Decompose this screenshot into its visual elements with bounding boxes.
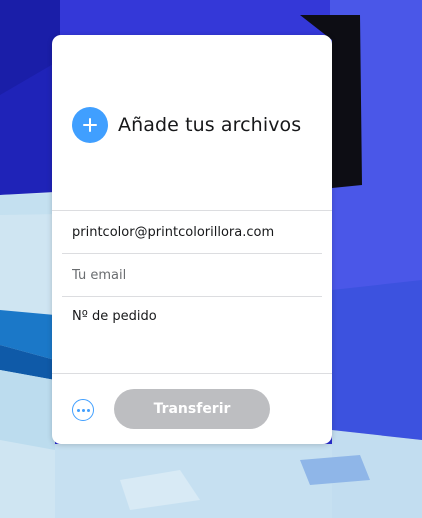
more-options-icon[interactable] — [72, 399, 94, 421]
transfer-button[interactable]: Transferir — [114, 389, 270, 429]
page-background: Añade tus archivos Transferir — [0, 0, 422, 518]
add-files-button[interactable]: Añade tus archivos — [72, 107, 301, 143]
add-files-label: Añade tus archivos — [118, 114, 302, 136]
divider — [52, 210, 332, 211]
recipient-email-field[interactable] — [72, 222, 312, 242]
transfer-card: Añade tus archivos Transferir — [52, 35, 332, 444]
divider — [62, 253, 322, 254]
sender-email-field[interactable] — [72, 265, 312, 285]
order-number-field[interactable] — [72, 309, 312, 369]
divider — [52, 373, 332, 374]
divider — [62, 296, 322, 297]
plus-icon[interactable] — [72, 107, 108, 143]
